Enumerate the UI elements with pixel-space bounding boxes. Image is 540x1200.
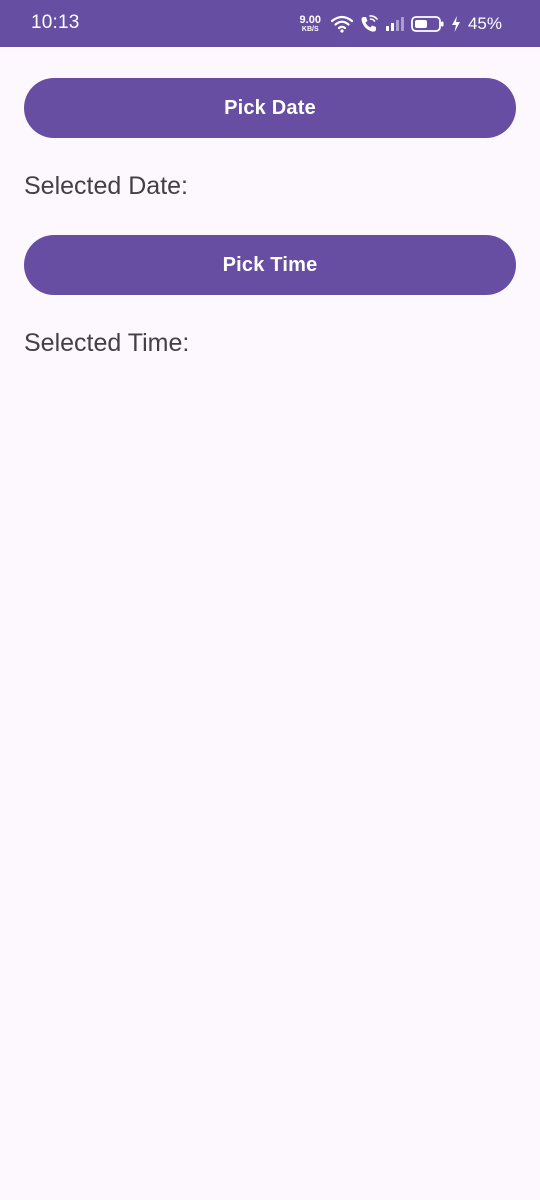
pick-date-button[interactable]: Pick Date [24, 78, 516, 138]
selected-date-label: Selected Date: [24, 172, 188, 200]
wifi-call-icon [359, 14, 379, 34]
network-speed-value: 9.00 [299, 13, 321, 26]
charging-bolt-icon [451, 15, 461, 33]
pick-time-button[interactable]: Pick Time [24, 235, 516, 295]
battery-icon [411, 15, 445, 33]
wifi-icon [330, 15, 353, 33]
selected-time-label: Selected Time: [24, 329, 190, 357]
status-time: 10:13 [31, 12, 80, 33]
network-speed: 9.00 KB/S [299, 13, 321, 34]
status-bar: 10:13 9.00 KB/S 45% [0, 0, 540, 47]
app-screen: 10:13 9.00 KB/S 45% Pick Date Selected D… [0, 0, 540, 1200]
status-icons: 9.00 KB/S 45% [300, 11, 502, 37]
network-speed-unit: KB/S [301, 25, 319, 33]
battery-percent: 45% [467, 14, 502, 33]
signal-icon [385, 16, 405, 32]
